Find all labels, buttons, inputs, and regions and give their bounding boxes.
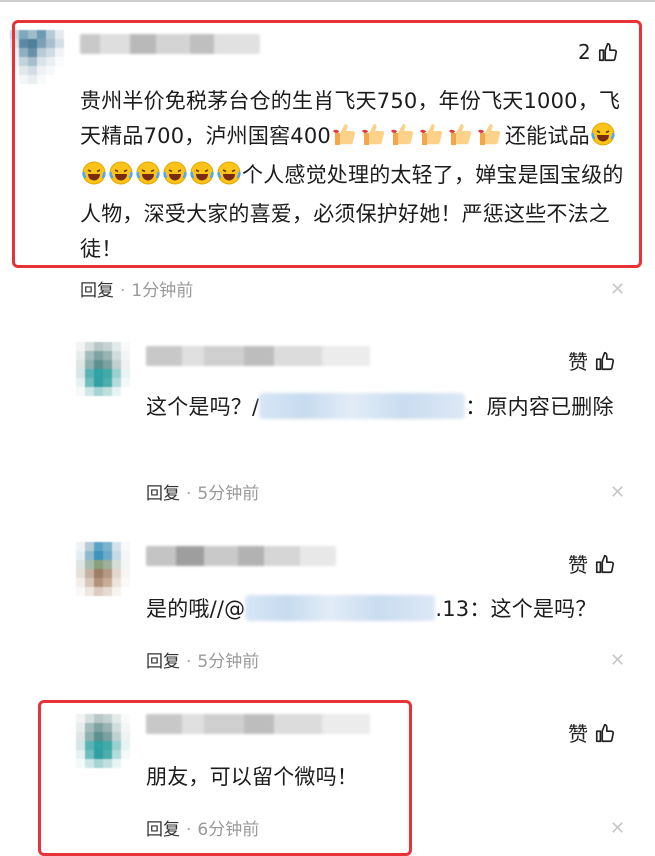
comment-text-part: 朋友，可以留个微吗！	[146, 765, 358, 789]
close-icon[interactable]: ✕	[610, 818, 625, 839]
comment-time: 5分钟前	[197, 652, 260, 672]
thumbs-up-icon	[594, 553, 616, 575]
separator-dot: ·	[186, 820, 192, 840]
thumbs-up-emoji	[389, 121, 417, 158]
thumbs-up-emoji	[447, 121, 475, 158]
like-button[interactable]: 赞	[568, 549, 616, 578]
laughing-crying-emoji	[590, 121, 616, 158]
username-blurred[interactable]	[146, 346, 370, 366]
like-count: 2	[578, 40, 591, 64]
close-icon[interactable]: ✕	[610, 482, 625, 503]
avatar[interactable]	[76, 714, 130, 768]
like-button[interactable]: 2	[578, 40, 619, 64]
close-icon[interactable]: ✕	[610, 279, 625, 300]
comment-text-part: .13：这个是吗？	[435, 597, 597, 621]
redacted-mention	[245, 595, 436, 621]
redacted-mention	[259, 393, 466, 419]
reply-button[interactable]: 回复	[146, 652, 180, 672]
comment-meta: 回复 · 1分钟前	[80, 276, 193, 301]
like-label: 赞	[568, 350, 588, 374]
close-icon[interactable]: ✕	[610, 650, 625, 671]
thumbs-up-emoji-group	[331, 124, 505, 148]
comment-text-part: ：原内容已删除	[465, 395, 614, 419]
top-divider	[0, 0, 655, 2]
comment-meta: 回复 · 5分钟前	[146, 479, 259, 504]
thumbs-up-emoji	[418, 121, 446, 158]
laughing-crying-emoji	[162, 160, 188, 197]
thumbs-up-icon	[594, 350, 616, 372]
thumbs-up-emoji	[476, 121, 504, 158]
laughing-crying-emoji	[189, 160, 215, 197]
separator-dot: ·	[186, 484, 192, 504]
laughing-crying-emoji	[81, 160, 107, 197]
thumbs-up-emoji	[360, 121, 388, 158]
like-label: 赞	[568, 553, 588, 577]
separator-dot: ·	[120, 281, 126, 301]
thumbs-up-emoji	[331, 121, 359, 158]
comment-meta: 回复 · 6分钟前	[146, 815, 259, 840]
comment-text-part: 这个是吗？/	[146, 395, 260, 419]
comment-text: 是的哦//@ .13：这个是吗？	[146, 592, 632, 627]
comment-text: 贵州半价免税茅台仓的生肖飞天750，年份飞天1000，飞天精品700，泸州国窖4…	[80, 84, 632, 267]
thumbs-up-icon	[597, 41, 619, 63]
comment-text: 朋友，可以留个微吗！	[146, 760, 546, 795]
comment-time: 6分钟前	[197, 820, 260, 840]
laughing-crying-emoji	[135, 160, 161, 197]
thumbs-up-icon	[594, 722, 616, 744]
username-blurred[interactable]	[146, 714, 370, 734]
username-blurred[interactable]	[146, 546, 336, 566]
like-label: 赞	[568, 722, 588, 746]
avatar[interactable]	[76, 342, 130, 396]
separator-dot: ·	[186, 652, 192, 672]
comment-text-part: 是的哦//@	[146, 597, 246, 621]
comment-time: 1分钟前	[131, 281, 194, 301]
laughing-crying-emoji	[108, 160, 134, 197]
username-blurred[interactable]	[80, 34, 260, 54]
reply-button[interactable]: 回复	[80, 281, 114, 301]
comment-text-part: 还能试品	[504, 124, 590, 148]
reply-button[interactable]: 回复	[146, 820, 180, 840]
comment-meta: 回复 · 5分钟前	[146, 647, 259, 672]
reply-button[interactable]: 回复	[146, 484, 180, 504]
comment-text: 这个是吗？/ ：原内容已删除	[146, 390, 632, 425]
like-button[interactable]: 赞	[568, 718, 616, 747]
avatar[interactable]	[76, 542, 130, 596]
avatar[interactable]	[10, 30, 64, 84]
like-button[interactable]: 赞	[568, 346, 616, 375]
laughing-crying-emoji	[216, 160, 242, 197]
comment-time: 5分钟前	[197, 484, 260, 504]
